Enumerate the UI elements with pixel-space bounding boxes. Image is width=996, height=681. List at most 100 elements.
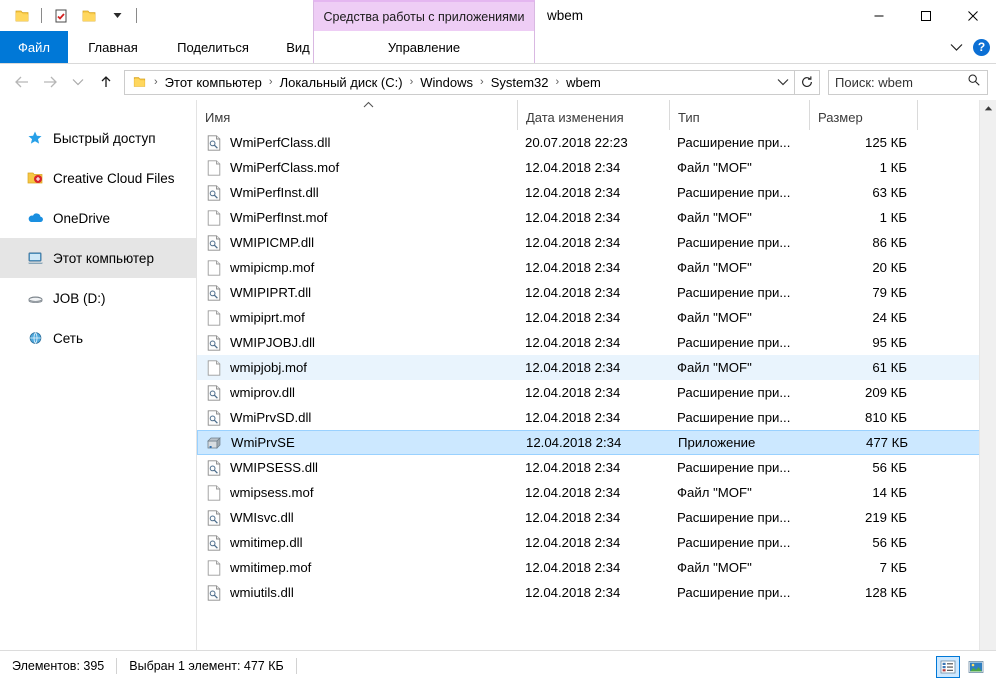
file-date-cell: 12.04.2018 2:34	[525, 460, 621, 475]
table-row[interactable]: WmiPrvSD.dll 12.04.2018 2:34 Расширение пр…	[197, 405, 996, 430]
column-header-name[interactable]: Имя	[197, 100, 517, 130]
tab-file[interactable]: Файл	[0, 31, 68, 63]
search-icon[interactable]	[967, 73, 981, 92]
table-row[interactable]: WmiPrvSE 12.04.2018 2:34 Приложение 477 КБ	[197, 430, 996, 455]
column-header-label: Размер	[818, 110, 863, 125]
file-name-label: WMIPIPRT.dll	[230, 285, 312, 300]
chevron-down-icon[interactable]	[103, 0, 131, 31]
file-name-cell: wmiutils.dll	[197, 584, 517, 601]
recent-locations-button[interactable]	[64, 69, 92, 95]
file-type-cell: Файл "MOF"	[677, 210, 752, 225]
sidebar-item-this-pc[interactable]: Этот компьютер	[0, 238, 196, 278]
maximize-button[interactable]	[902, 0, 949, 31]
vertical-scrollbar[interactable]	[979, 100, 996, 650]
sidebar-item-quick-access[interactable]: Быстрый доступ	[0, 118, 196, 158]
column-header-size[interactable]: Размер	[809, 100, 917, 130]
file-type-cell: Файл "MOF"	[677, 360, 752, 375]
file-type-cell: Расширение при...	[677, 235, 791, 250]
file-date-cell: 12.04.2018 2:34	[525, 410, 621, 425]
table-row[interactable]: WMIPJOBJ.dll 12.04.2018 2:34 Расширение пр…	[197, 330, 996, 355]
mof-icon	[206, 259, 222, 276]
table-row[interactable]: wmiprov.dll 12.04.2018 2:34 Расширение при…	[197, 380, 996, 405]
file-name-label: WmiPrvSD.dll	[230, 410, 312, 425]
file-name-label: wmipicmp.mof	[230, 260, 315, 275]
table-row[interactable]: WmiPerfClass.mof 12.04.2018 2:34 Файл "MOF…	[197, 155, 996, 180]
table-row[interactable]: wmipiprt.mof 12.04.2018 2:34 Файл "MOF" 24 …	[197, 305, 996, 330]
table-row[interactable]: WMIPSESS.dll 12.04.2018 2:34 Расширение пр…	[197, 455, 996, 480]
file-type-cell: Расширение при...	[677, 335, 791, 350]
title-bar: Средства работы с приложениями wbem	[0, 0, 996, 31]
sidebar-item-creative-cloud-files[interactable]: Creative Cloud Files	[0, 158, 196, 198]
file-date-cell: 12.04.2018 2:34	[525, 235, 621, 250]
large-icons-view-icon[interactable]	[964, 656, 988, 678]
table-row[interactable]: wmiutils.dll 12.04.2018 2:34 Расширение пр…	[197, 580, 996, 605]
breadcrumb-separator-0: ›	[154, 76, 158, 88]
column-header-date-modified[interactable]: Дата изменения	[517, 100, 669, 130]
drive-icon	[26, 289, 44, 307]
refresh-button[interactable]	[795, 69, 820, 95]
table-row[interactable]: WmiPerfInst.mof 12.04.2018 2:34 Файл "MOF"…	[197, 205, 996, 230]
sidebar-item-onedrive[interactable]: OneDrive	[0, 198, 196, 238]
table-row[interactable]: WMIPIPRT.dll 12.04.2018 2:34 Расширение пр…	[197, 280, 996, 305]
file-type-cell: Файл "MOF"	[677, 560, 752, 575]
table-row[interactable]: wmitimep.dll 12.04.2018 2:34 Расширение пр…	[197, 530, 996, 555]
file-name-label: WmiPerfClass.dll	[230, 135, 331, 150]
column-header-type[interactable]: Тип	[669, 100, 809, 130]
breadcrumb-folder-icon	[129, 75, 149, 89]
properties-icon[interactable]	[47, 0, 75, 31]
table-row[interactable]: WMIPICMP.dll 12.04.2018 2:34 Расширение пр…	[197, 230, 996, 255]
dll-icon	[206, 584, 222, 601]
table-row[interactable]: wmipsess.mof 12.04.2018 2:34 Файл "MOF" 14 …	[197, 480, 996, 505]
collapse-ribbon-icon[interactable]	[950, 40, 963, 55]
folder-icon[interactable]	[8, 0, 36, 31]
dll-icon	[206, 284, 222, 301]
table-row[interactable]: WmiPerfInst.dll 12.04.2018 2:34 Расширение…	[197, 180, 996, 205]
breadcrumb-item-2[interactable]: Windows	[418, 75, 475, 90]
file-date-cell: 12.04.2018 2:34	[525, 485, 621, 500]
tab-share[interactable]: Поделиться	[158, 31, 268, 63]
sidebar-item-label: Сеть	[53, 330, 84, 346]
table-row[interactable]: wmipjobj.mof 12.04.2018 2:34 Файл "MOF" 61 …	[197, 355, 996, 380]
forward-button[interactable]	[36, 69, 64, 95]
tab-home[interactable]: Главная	[68, 31, 158, 63]
close-button[interactable]	[949, 0, 996, 31]
search-input[interactable]: Поиск: wbem	[828, 69, 988, 95]
file-name-label: WMIPICMP.dll	[230, 235, 315, 250]
file-name-cell: WMIPICMP.dll	[197, 234, 517, 251]
dll-icon	[206, 409, 222, 426]
breadcrumb[interactable]: › Этот компьютер › Локальный диск (C:) ›…	[124, 69, 795, 95]
scroll-up-arrow-icon[interactable]	[980, 100, 996, 117]
help-button[interactable]: ?	[973, 38, 990, 56]
file-name-cell: wmiprov.dll	[197, 384, 517, 401]
breadcrumb-item-3[interactable]: System32	[489, 75, 551, 90]
tab-manage[interactable]: Управление	[313, 31, 535, 63]
table-row[interactable]: wmitimep.mof 12.04.2018 2:34 Файл "MOF" 7 К…	[197, 555, 996, 580]
breadcrumb-separator-3: ›	[480, 76, 484, 88]
breadcrumb-dropdown-icon[interactable]	[772, 78, 794, 87]
new-folder-icon[interactable]	[75, 0, 103, 31]
table-row[interactable]: WMIsvc.dll 12.04.2018 2:34 Расширение при.…	[197, 505, 996, 530]
mof-icon	[206, 309, 222, 326]
sidebar-item-job-d[interactable]: JOB (D:)	[0, 278, 196, 318]
table-row[interactable]: wmipicmp.mof 12.04.2018 2:34 Файл "MOF" 20 …	[197, 255, 996, 280]
minimize-button[interactable]	[855, 0, 902, 31]
up-button[interactable]	[92, 69, 120, 95]
breadcrumb-item-1[interactable]: Локальный диск (C:)	[278, 75, 405, 90]
breadcrumb-item-4[interactable]: wbem	[564, 75, 603, 90]
file-name-cell: wmipsess.mof	[197, 484, 517, 501]
details-view-icon[interactable]	[936, 655, 960, 678]
file-size-cell: 61 КБ	[872, 360, 907, 375]
file-size-cell: 95 КБ	[872, 335, 907, 350]
breadcrumb-item-0[interactable]: Этот компьютер	[163, 75, 264, 90]
file-type-cell: Расширение при...	[677, 460, 791, 475]
scrollbar-thumb[interactable]	[980, 117, 996, 237]
table-row[interactable]: WmiPerfClass.dll 20.07.2018 22:23 Расширен…	[197, 130, 996, 155]
file-name-label: WMIPSESS.dll	[230, 460, 318, 475]
file-type-cell: Файл "MOF"	[677, 485, 752, 500]
ribbon-right-controls: ?	[950, 31, 990, 63]
file-name-label: WmiPrvSE	[231, 435, 295, 450]
back-button[interactable]	[8, 69, 36, 95]
sidebar-item-network[interactable]: Сеть	[0, 318, 196, 358]
file-size-cell: 86 КБ	[872, 235, 907, 250]
file-name-label: wmitimep.dll	[230, 535, 303, 550]
